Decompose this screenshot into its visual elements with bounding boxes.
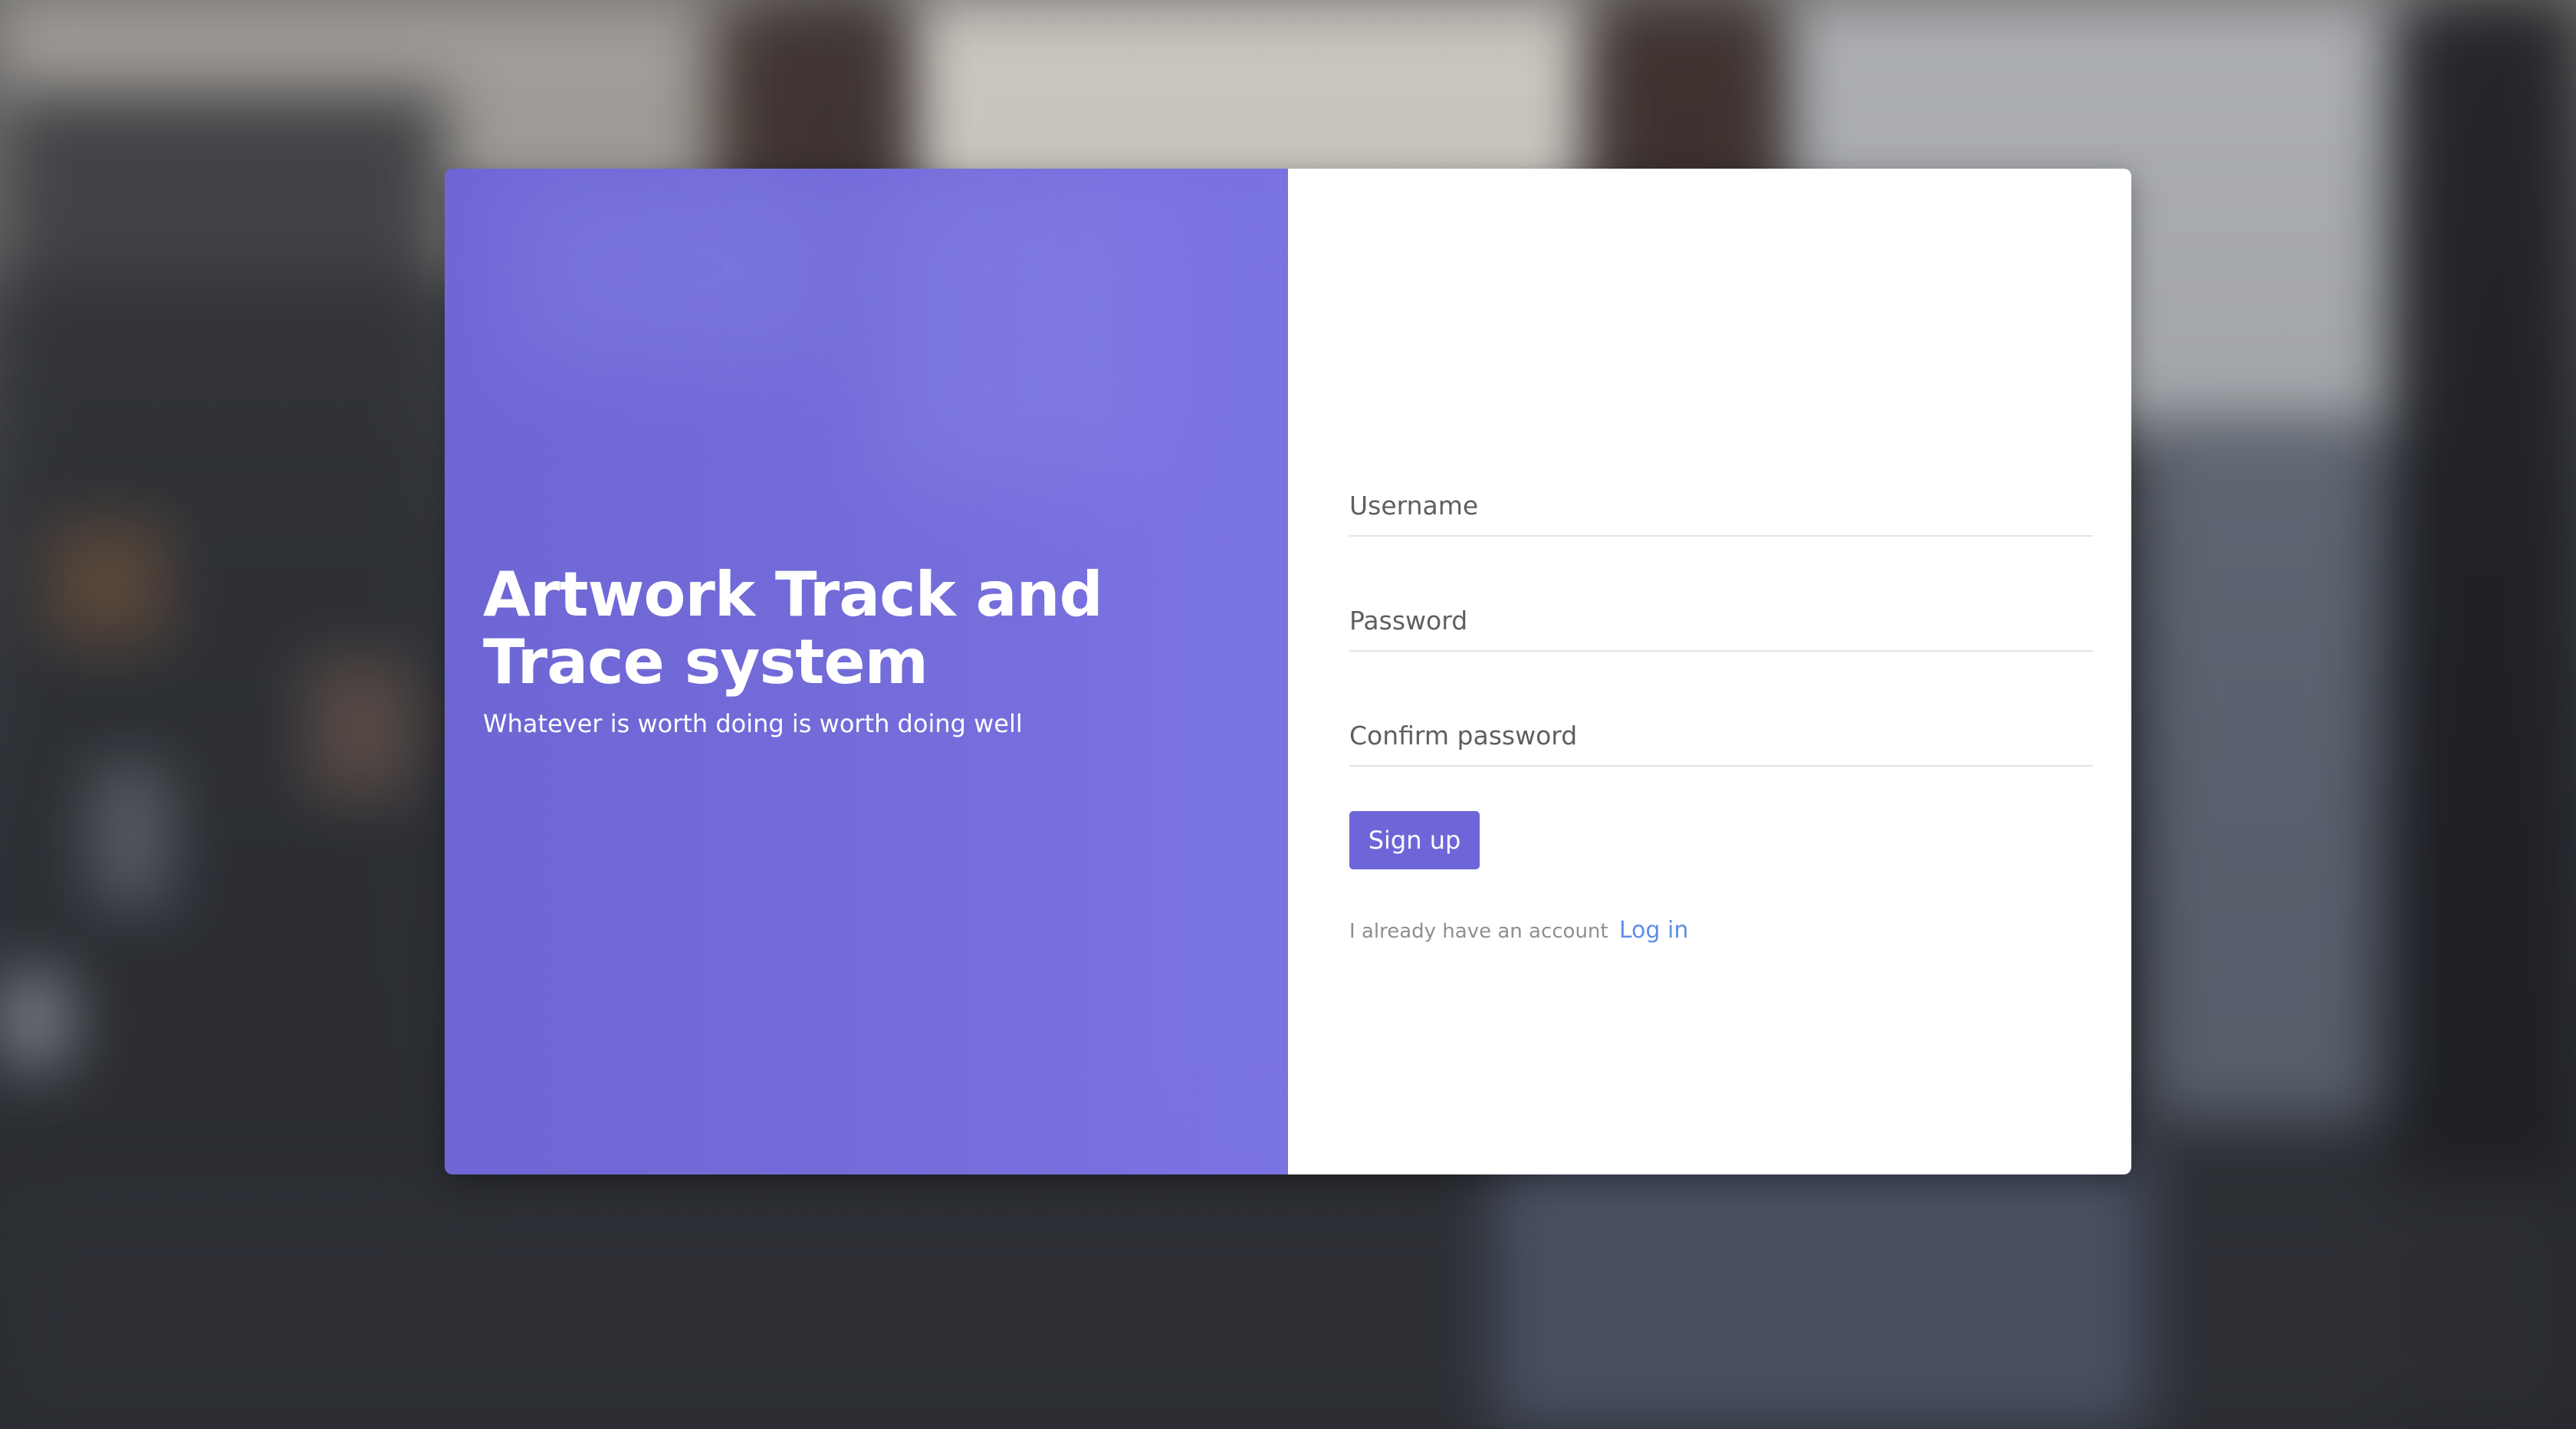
password-field-wrapper [1349,537,2093,652]
account-prompt-text: I already have an account [1349,920,1608,943]
form-panel: Sign up I already have an account Log in [1288,169,2131,1174]
app-title: Artwork Track and Trace system [483,559,1103,698]
app-subtitle: Whatever is worth doing is worth doing w… [483,709,1023,738]
signup-card: Artwork Track and Trace system Whatever … [445,169,2131,1174]
confirm-password-field-wrapper [1349,652,2093,767]
confirm-password-input[interactable] [1349,705,2093,767]
login-link[interactable]: Log in [1619,917,1688,944]
login-prompt: I already have an account Log in [1349,917,2093,944]
username-field-wrapper [1349,422,2093,537]
signup-form: Sign up I already have an account Log in [1349,422,2093,944]
hero-text: Artwork Track and Trace system Whatever … [483,561,1211,741]
signup-button[interactable]: Sign up [1349,811,1480,869]
username-input[interactable] [1349,475,2093,537]
password-input[interactable] [1349,590,2093,652]
hero-panel: Artwork Track and Trace system Whatever … [445,169,1288,1174]
